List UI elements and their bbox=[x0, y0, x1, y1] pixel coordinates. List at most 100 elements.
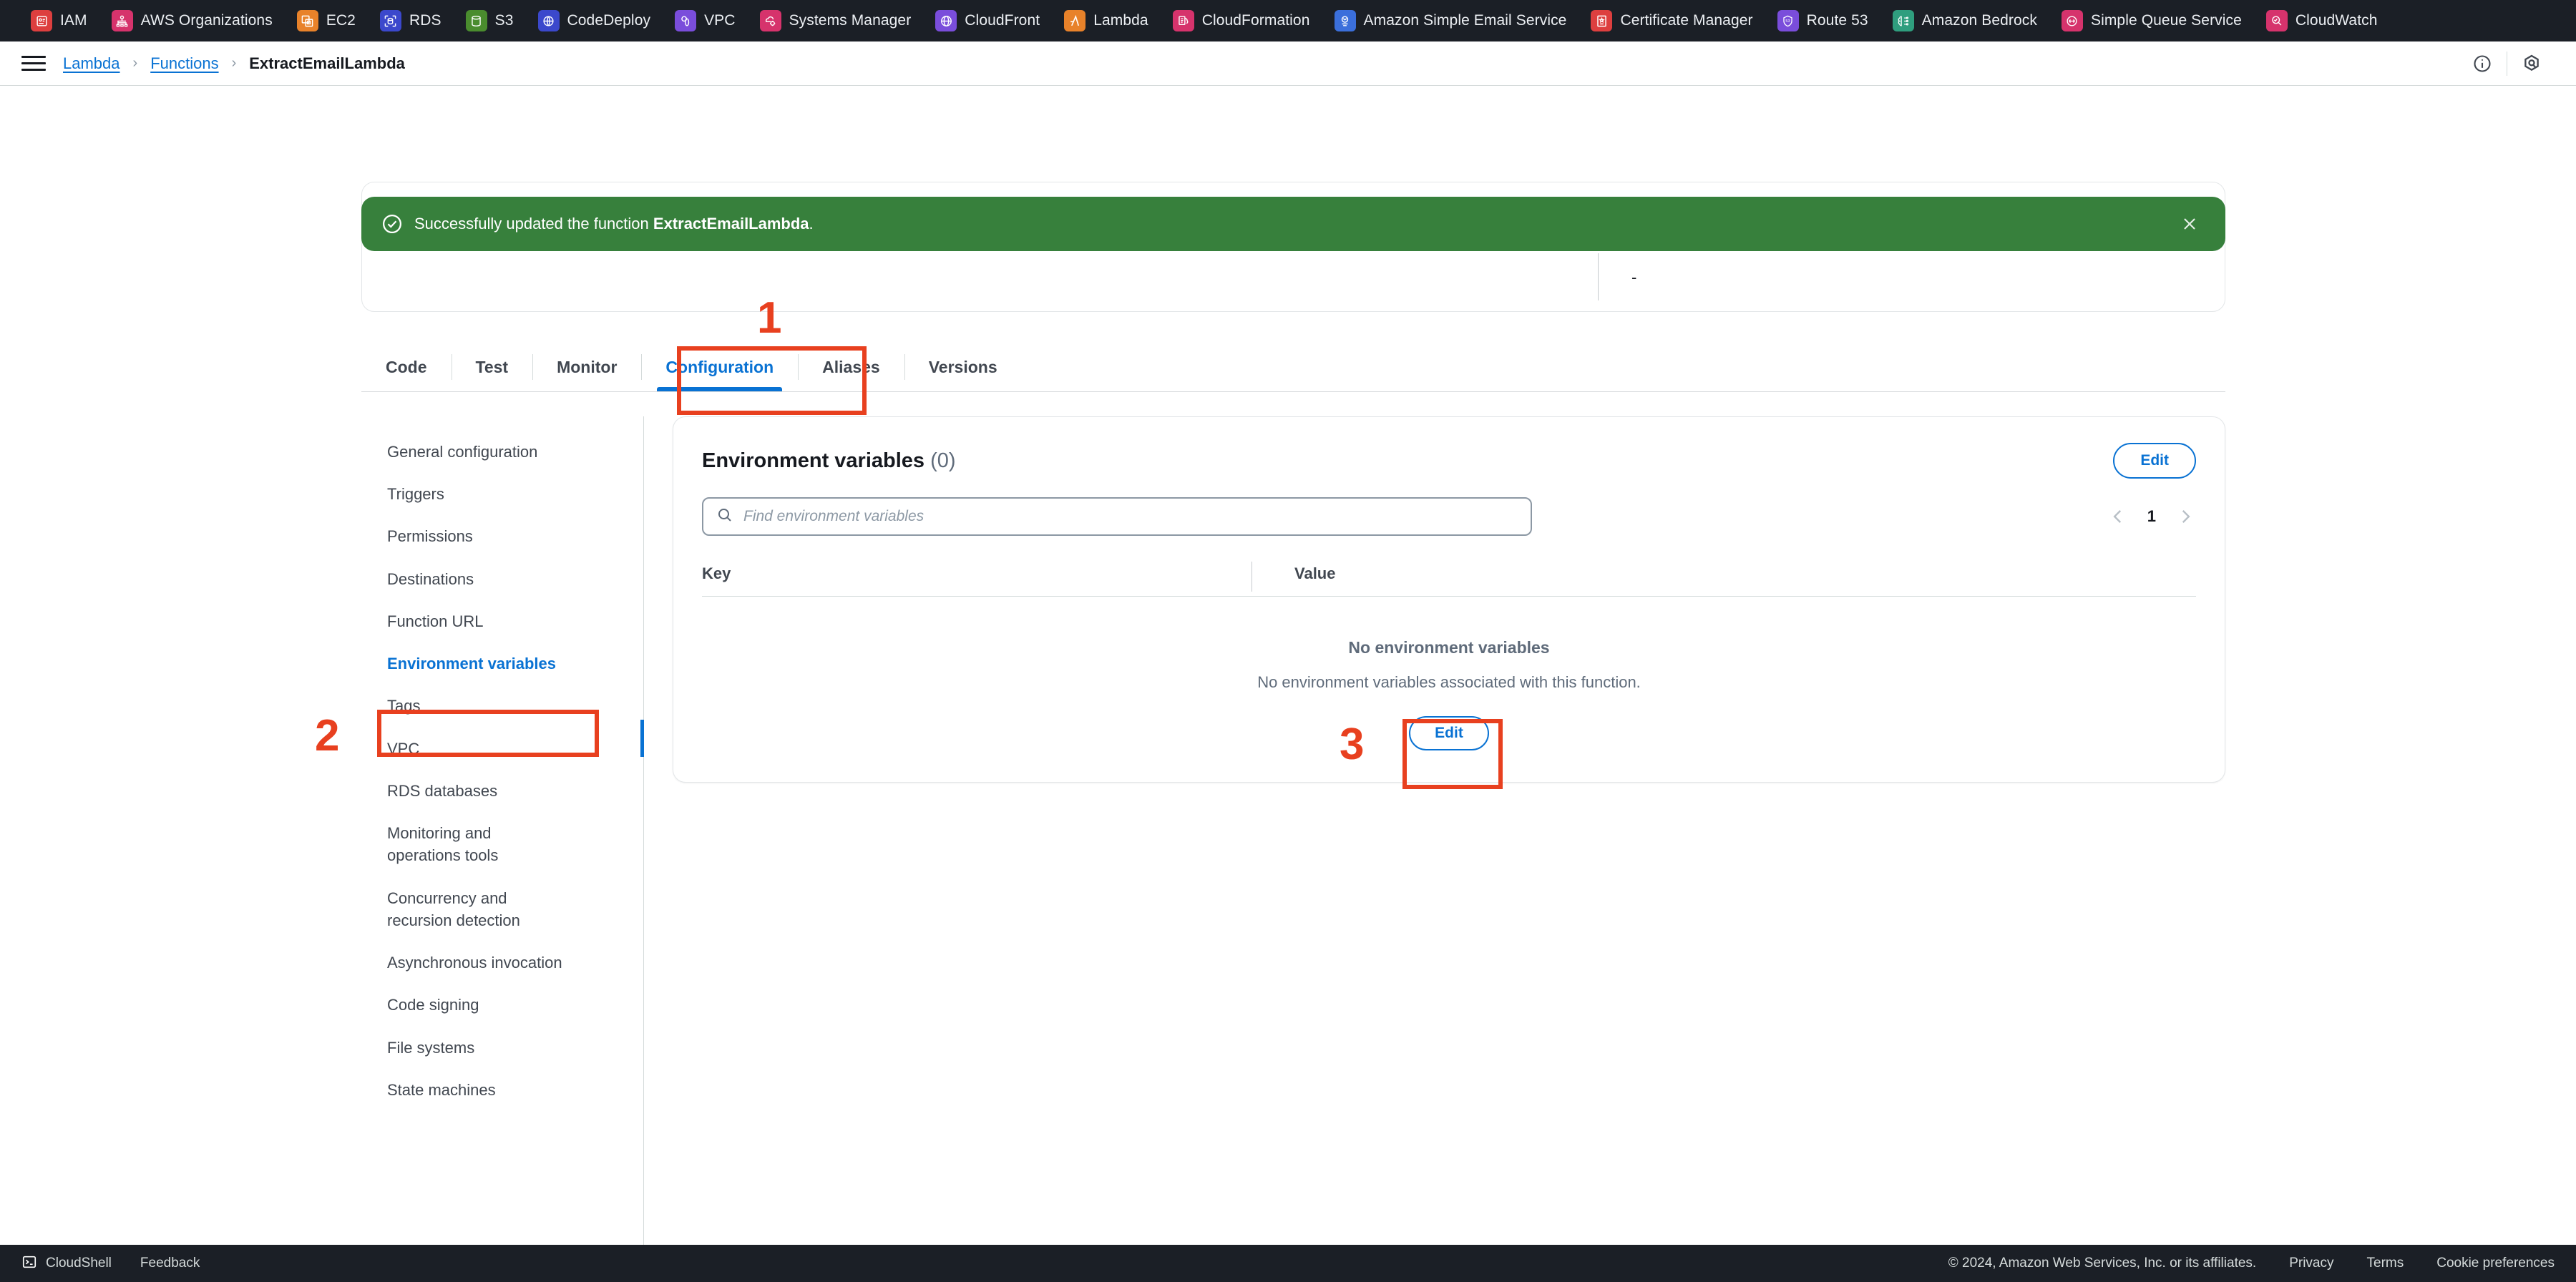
bookmark-lambda[interactable]: Lambda bbox=[1052, 0, 1161, 41]
bookmark-codedeploy[interactable]: CodeDeploy bbox=[526, 0, 663, 41]
cloudshell-button[interactable]: CloudShell bbox=[21, 1254, 112, 1273]
bookmark-label: Certificate Manager bbox=[1620, 12, 1753, 29]
sidebar-item-rds-databases[interactable]: RDS databases bbox=[361, 770, 643, 812]
bookmark-label: Amazon Simple Email Service bbox=[1363, 12, 1567, 29]
tab-aliases[interactable]: Aliases bbox=[798, 343, 904, 391]
console-header: Lambda › Functions › ExtractEmailLambda bbox=[0, 41, 2576, 86]
bookmark-label: RDS bbox=[409, 12, 441, 29]
bookmark-systems-manager[interactable]: Systems Manager bbox=[748, 0, 924, 41]
footer-left: CloudShell Feedback bbox=[21, 1254, 200, 1273]
svg-text:53: 53 bbox=[1786, 19, 1790, 24]
bookmark-bedrock[interactable]: Amazon Bedrock bbox=[1880, 0, 2049, 41]
empty-state-title: No environment variables bbox=[1348, 638, 1550, 657]
sidebar-item-permissions[interactable]: Permissions bbox=[361, 515, 643, 557]
environment-variables-panel: Environment variables (0) Edit Find envi… bbox=[644, 416, 2225, 1245]
terms-link[interactable]: Terms bbox=[2367, 1256, 2404, 1271]
column-header-value: Value bbox=[1294, 564, 1336, 582]
bookmark-label: CloudFormation bbox=[1201, 12, 1310, 29]
bookmark-rds[interactable]: RDS bbox=[368, 0, 454, 41]
tab-configuration[interactable]: Configuration bbox=[641, 343, 798, 391]
hamburger-icon[interactable] bbox=[21, 52, 46, 76]
edit-button-header[interactable]: Edit bbox=[2113, 443, 2196, 479]
settings-icon[interactable] bbox=[2512, 49, 2552, 78]
bookmark-iam[interactable]: IAM bbox=[19, 0, 99, 41]
rds-icon bbox=[379, 10, 401, 31]
bookmark-label: Lambda bbox=[1093, 12, 1148, 29]
chevron-right-icon: › bbox=[132, 55, 138, 71]
sidebar-item-triggers[interactable]: Triggers bbox=[361, 473, 643, 515]
route53-icon: 53 bbox=[1777, 10, 1799, 31]
feedback-link[interactable]: Feedback bbox=[140, 1256, 200, 1271]
notification-function-name: ExtractEmailLambda bbox=[653, 215, 809, 233]
bookmark-certificate-manager[interactable]: Certificate Manager bbox=[1579, 0, 1765, 41]
cloudformation-icon bbox=[1172, 10, 1194, 31]
organizations-icon bbox=[111, 10, 133, 31]
tab-test[interactable]: Test bbox=[451, 343, 533, 391]
breadcrumb-lambda[interactable]: Lambda bbox=[63, 54, 120, 73]
page-title: Environment variables (0) bbox=[702, 449, 956, 473]
success-notification: Successfully updated the function Extrac… bbox=[361, 197, 2225, 251]
empty-state-edit-button[interactable]: Edit bbox=[1409, 716, 1489, 750]
bookmark-sqs[interactable]: Simple Queue Service bbox=[2049, 0, 2254, 41]
search-icon bbox=[716, 507, 733, 527]
sidebar-active-indicator bbox=[640, 720, 644, 757]
bookmark-ec2[interactable]: EC2 bbox=[285, 0, 368, 41]
sidebar-item-environment-variables[interactable]: Environment variables bbox=[361, 642, 643, 685]
sidebar-item-destinations[interactable]: Destinations bbox=[361, 558, 643, 600]
search-input[interactable] bbox=[743, 508, 1518, 525]
close-icon[interactable] bbox=[2174, 208, 2205, 240]
sidebar-item-vpc[interactable]: VPC bbox=[361, 728, 643, 770]
tab-monitor[interactable]: Monitor bbox=[532, 343, 641, 391]
chevron-right-icon[interactable] bbox=[2175, 506, 2196, 527]
bookmark-aws-organizations[interactable]: AWS Organizations bbox=[99, 0, 285, 41]
breadcrumb-functions[interactable]: Functions bbox=[150, 54, 218, 73]
bookmark-s3[interactable]: S3 bbox=[454, 0, 526, 41]
tab-code[interactable]: Code bbox=[361, 343, 452, 391]
sidebar-item-concurrency-and-recursion-detection[interactable]: Concurrency and recursion detection bbox=[361, 877, 576, 941]
copyright-text: © 2024, Amazon Web Services, Inc. or its… bbox=[1948, 1256, 2257, 1271]
bookmark-label: Systems Manager bbox=[789, 12, 912, 29]
bookmark-ses[interactable]: Amazon Simple Email Service bbox=[1322, 0, 1579, 41]
chevron-left-icon[interactable] bbox=[2107, 506, 2129, 527]
ses-icon bbox=[1334, 10, 1356, 31]
empty-state-subtitle: No environment variables associated with… bbox=[1257, 673, 1641, 691]
overview-divider bbox=[1598, 253, 1599, 300]
overview-value: - bbox=[1631, 268, 1637, 286]
bookmark-route53[interactable]: 53 Route 53 bbox=[1765, 0, 1880, 41]
sidebar-item-code-signing[interactable]: Code signing bbox=[361, 984, 643, 1026]
bookmark-cloudwatch[interactable]: CloudWatch bbox=[2254, 0, 2390, 41]
bookmark-label: Route 53 bbox=[1806, 12, 1868, 29]
sidebar-item-tags[interactable]: Tags bbox=[361, 685, 643, 727]
privacy-link[interactable]: Privacy bbox=[2289, 1256, 2333, 1271]
sidebar-item-asynchronous-invocation[interactable]: Asynchronous invocation bbox=[361, 941, 643, 984]
card-header: Environment variables (0) Edit bbox=[702, 443, 2196, 479]
environment-variables-card: Environment variables (0) Edit Find envi… bbox=[673, 416, 2225, 783]
function-tabs: Code Test Monitor Configuration Aliases … bbox=[361, 343, 2225, 392]
column-header-key: Key bbox=[702, 564, 731, 582]
sidebar-item-file-systems[interactable]: File systems bbox=[361, 1027, 643, 1069]
pagination-page-1[interactable]: 1 bbox=[2147, 507, 2156, 526]
sidebar-item-function-url[interactable]: Function URL bbox=[361, 600, 643, 642]
env-var-count: (0) bbox=[930, 449, 956, 472]
tab-versions[interactable]: Versions bbox=[904, 343, 1022, 391]
sqs-icon bbox=[2061, 10, 2083, 31]
search-container[interactable] bbox=[702, 497, 1532, 536]
configuration-sidebar: General configuration Triggers Permissio… bbox=[361, 416, 644, 1245]
configuration-content: General configuration Triggers Permissio… bbox=[361, 416, 2225, 1245]
cloudfront-icon bbox=[935, 10, 957, 31]
bookmark-label: S3 bbox=[494, 12, 514, 29]
cloudshell-label: CloudShell bbox=[46, 1256, 112, 1271]
bookmark-label: CloudWatch bbox=[2295, 12, 2378, 29]
bookmark-vpc[interactable]: VPC bbox=[663, 0, 747, 41]
sidebar-item-monitoring-and-operations-tools[interactable]: Monitoring and operations tools bbox=[361, 812, 576, 876]
footer-right: © 2024, Amazon Web Services, Inc. or its… bbox=[1948, 1256, 2555, 1271]
notification-message: Successfully updated the function Extrac… bbox=[414, 215, 814, 233]
bookmark-label: EC2 bbox=[326, 12, 356, 29]
browser-bookmark-bar: IAM AWS Organizations EC2 RDS S3 CodeDep… bbox=[0, 0, 2576, 41]
sidebar-item-state-machines[interactable]: State machines bbox=[361, 1069, 643, 1111]
bookmark-cloudformation[interactable]: CloudFormation bbox=[1161, 0, 1322, 41]
sidebar-item-general-configuration[interactable]: General configuration bbox=[361, 431, 643, 473]
info-icon[interactable] bbox=[2462, 49, 2502, 78]
bookmark-cloudfront[interactable]: CloudFront bbox=[923, 0, 1052, 41]
cookie-preferences-link[interactable]: Cookie preferences bbox=[2436, 1256, 2555, 1271]
